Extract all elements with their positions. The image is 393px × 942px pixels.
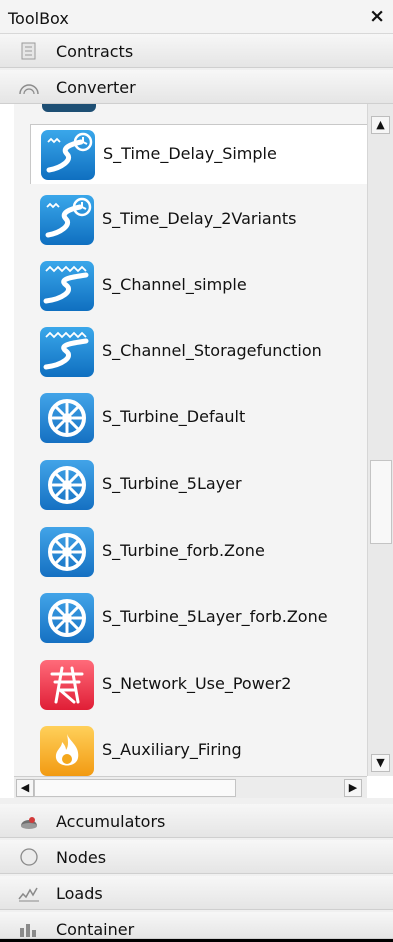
scroll-right-icon[interactable]: ▶ bbox=[344, 779, 362, 797]
converter-icon bbox=[18, 78, 40, 96]
list-item-network-use-power2[interactable]: S_Network_Use_Power2 bbox=[30, 655, 367, 715]
category-contracts[interactable]: Contracts bbox=[0, 34, 393, 68]
category-label: Contracts bbox=[56, 42, 134, 61]
list-item-turbine-default[interactable]: S_Turbine_Default bbox=[30, 388, 367, 448]
list-item-label: S_Time_Delay_2Variants bbox=[102, 209, 297, 228]
list-item-turbine-forb-zone[interactable]: S_Turbine_forb.Zone bbox=[30, 522, 367, 582]
previous-item-icon-partial bbox=[42, 104, 96, 112]
power-tower-icon bbox=[40, 660, 94, 710]
category-loads[interactable]: Loads bbox=[0, 876, 393, 910]
list-item-auxiliary-firing[interactable]: S_Auxiliary_Firing bbox=[30, 721, 367, 781]
accumulator-icon bbox=[18, 812, 40, 830]
list-item-channel-simple[interactable]: S_Channel_simple bbox=[30, 256, 367, 316]
list-item-time-delay-simple[interactable]: S_Time_Delay_Simple bbox=[30, 124, 367, 184]
turbine-icon bbox=[40, 527, 94, 577]
container-icon bbox=[18, 920, 40, 938]
horizontal-scroll-thumb[interactable] bbox=[34, 779, 236, 797]
list-item-label: S_Channel_Storagefunction bbox=[102, 341, 322, 360]
channel-icon bbox=[40, 327, 94, 377]
toolbox-title: ToolBox bbox=[8, 9, 69, 28]
list-item-label: S_Channel_simple bbox=[102, 275, 247, 294]
list-item-label: S_Turbine_Default bbox=[102, 407, 246, 426]
list-item-label: S_Turbine_forb.Zone bbox=[102, 541, 265, 560]
list-item-channel-storagefunction[interactable]: S_Channel_Storagefunction bbox=[30, 322, 367, 382]
turbine-icon bbox=[40, 393, 94, 443]
category-label: Container bbox=[56, 920, 135, 939]
scroll-down-icon[interactable]: ▼ bbox=[371, 754, 390, 772]
category-label: Converter bbox=[56, 78, 136, 97]
category-label: Nodes bbox=[56, 848, 107, 867]
category-container[interactable]: Container bbox=[0, 912, 393, 939]
time-delay-icon bbox=[41, 130, 95, 180]
turbine-icon bbox=[40, 460, 94, 510]
category-nodes[interactable]: Nodes bbox=[0, 840, 393, 874]
category-accumulators[interactable]: Accumulators bbox=[0, 804, 393, 838]
node-icon bbox=[18, 848, 40, 866]
toolbox-titlebar: ToolBox × bbox=[0, 0, 393, 34]
close-icon[interactable]: × bbox=[369, 5, 385, 27]
list-item-turbine-5layer-forb-zone[interactable]: S_Turbine_5Layer_forb.Zone bbox=[30, 588, 367, 648]
vertical-scroll-thumb[interactable] bbox=[370, 460, 392, 544]
scroll-up-icon[interactable]: ▲ bbox=[371, 116, 390, 134]
category-label: Accumulators bbox=[56, 812, 166, 831]
vertical-scrollbar[interactable]: ▲ ▼ bbox=[367, 104, 393, 776]
flame-icon bbox=[40, 726, 94, 776]
toolbox-panel: ToolBox × Contracts Converter S_Time_Del… bbox=[0, 0, 393, 939]
list-item-label: S_Network_Use_Power2 bbox=[102, 674, 292, 693]
scroll-left-icon[interactable]: ◀ bbox=[16, 779, 34, 797]
category-label: Loads bbox=[56, 884, 103, 903]
time-delay-icon bbox=[40, 195, 94, 245]
converter-list: S_Time_Delay_Simple S_Time_Delay_2Varian… bbox=[0, 104, 393, 798]
list-item-label: S_Auxiliary_Firing bbox=[102, 740, 242, 759]
turbine-icon bbox=[40, 593, 94, 643]
loads-chart-icon bbox=[18, 884, 40, 902]
channel-icon bbox=[40, 261, 94, 311]
list-item-label: S_Turbine_5Layer bbox=[102, 474, 242, 493]
document-icon bbox=[18, 42, 40, 60]
list-item-turbine-5layer[interactable]: S_Turbine_5Layer bbox=[30, 455, 367, 515]
list-item-time-delay-2variants[interactable]: S_Time_Delay_2Variants bbox=[30, 190, 367, 250]
list-item-label: S_Time_Delay_Simple bbox=[103, 144, 277, 163]
list-item-label: S_Turbine_5Layer_forb.Zone bbox=[102, 607, 328, 626]
category-converter[interactable]: Converter bbox=[0, 70, 393, 104]
horizontal-scrollbar[interactable]: ◀ ▶ bbox=[14, 776, 367, 798]
